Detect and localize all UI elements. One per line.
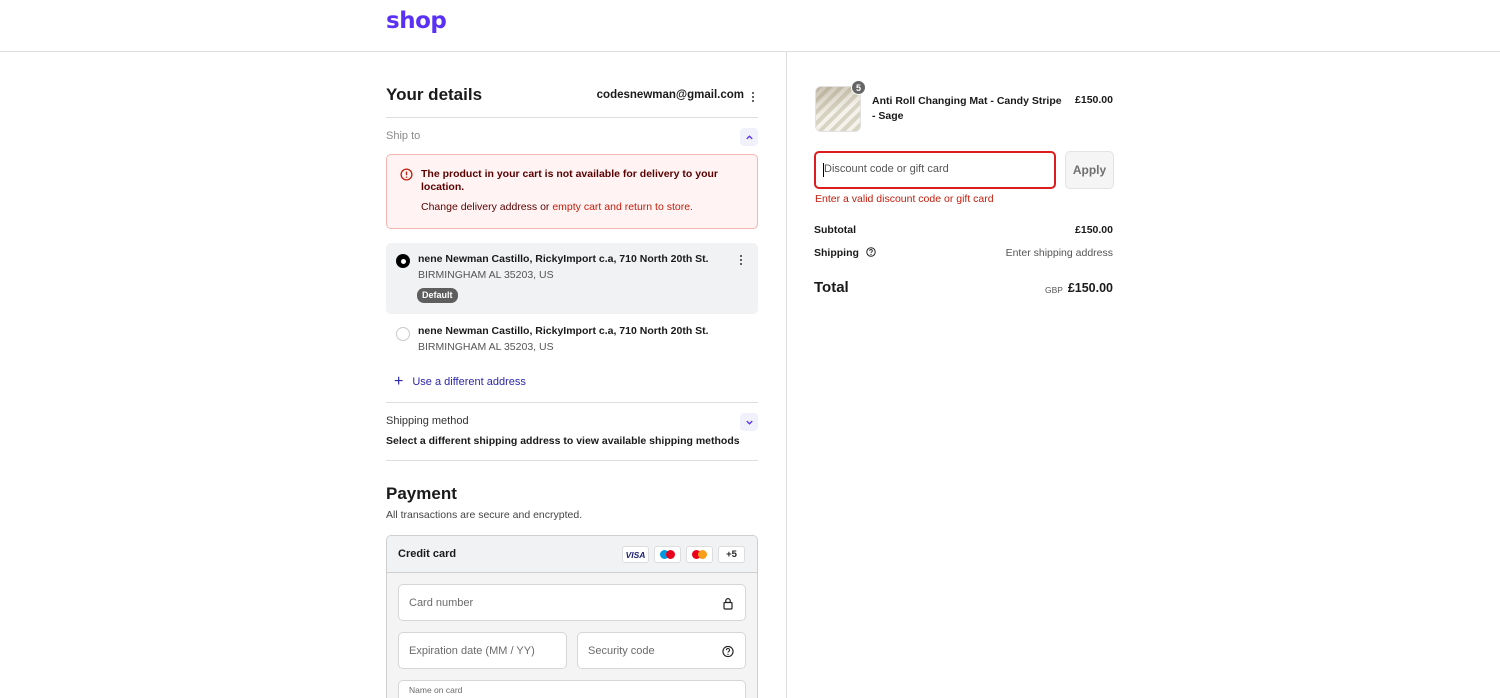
expiration-placeholder: Expiration date (MM / YY) <box>409 645 535 657</box>
subtotal-label: Subtotal <box>814 224 856 236</box>
mastercard-icon <box>686 546 713 563</box>
payment-subtitle: All transactions are secure and encrypte… <box>386 509 583 521</box>
address-option-2[interactable]: nene Newman Castillo, RickyImport c.a, 7… <box>386 318 758 358</box>
card-number-placeholder: Card number <box>409 597 474 609</box>
security-code-placeholder: Security code <box>588 645 655 657</box>
order-summary-pane <box>786 52 1500 698</box>
quantity-badge: 5 <box>851 80 866 95</box>
name-on-card-label: Name on card <box>409 685 463 695</box>
default-badge: Default <box>417 288 458 303</box>
lock-icon <box>723 598 733 610</box>
address-line2: BIRMINGHAM AL 35203, US <box>418 341 554 353</box>
apply-button[interactable]: Apply <box>1065 151 1114 189</box>
empty-cart-link[interactable]: empty cart and return to store. <box>552 201 693 213</box>
account-email: codesnewman@gmail.com <box>596 89 744 101</box>
address-line1: nene Newman Castillo, RickyImport c.a, 7… <box>418 325 709 337</box>
error-action-text: Change delivery address or <box>421 201 553 213</box>
chevron-down-icon[interactable] <box>740 413 758 431</box>
address-option-1[interactable]: nene Newman Castillo, RickyImport c.a, 7… <box>386 243 758 314</box>
shipping-method-label: Shipping method <box>386 415 469 427</box>
credit-card-option[interactable]: Credit card VISA +5 <box>387 536 757 573</box>
credit-card-label: Credit card <box>398 548 457 560</box>
divider <box>386 117 758 118</box>
use-different-address-label: Use a different address <box>412 376 526 388</box>
expiration-date-field[interactable]: Expiration date (MM / YY) <box>398 632 567 669</box>
discount-error: Enter a valid discount code or gift card <box>815 193 994 205</box>
ship-to-label: Ship to <box>386 130 421 142</box>
credit-card-panel: Credit card VISA +5 Card number Expirati… <box>386 535 758 698</box>
error-icon <box>400 168 413 181</box>
discount-code-input[interactable]: Discount code or gift card <box>814 151 1056 189</box>
shipping-row: Shipping <box>814 247 876 259</box>
total-label: Total <box>814 279 849 296</box>
error-action: Change delivery address or empty cart an… <box>421 201 693 213</box>
address-menu-icon[interactable] <box>736 253 746 267</box>
your-details-title: Your details <box>386 85 483 104</box>
use-different-address-link[interactable]: + Use a different address <box>394 373 526 390</box>
help-icon[interactable] <box>866 247 876 257</box>
card-number-field[interactable]: Card number <box>398 584 746 621</box>
account-menu-icon[interactable] <box>748 90 758 104</box>
chevron-up-icon[interactable] <box>740 128 758 146</box>
divider <box>386 402 758 403</box>
delivery-error-banner: The product in your cart is not availabl… <box>386 154 758 229</box>
subtotal-value: £150.00 <box>1075 224 1113 236</box>
divider <box>386 460 758 461</box>
shipping-label: Shipping <box>814 247 859 259</box>
address-radio-selected[interactable] <box>396 254 410 268</box>
shipping-value: Enter shipping address <box>1005 247 1113 259</box>
security-code-field[interactable]: Security code <box>577 632 746 669</box>
product-name: Anti Roll Changing Mat - Candy Stripe - … <box>872 95 1062 122</box>
card-brands: VISA +5 <box>622 546 745 563</box>
total-value: £150.00 <box>1067 281 1113 295</box>
payment-title: Payment <box>386 484 457 503</box>
more-brands-badge: +5 <box>718 546 745 563</box>
address-line2: BIRMINGHAM AL 35203, US <box>418 269 554 281</box>
shipping-method-text: Select a different shipping address to v… <box>386 435 740 447</box>
shop-logo[interactable]: shop <box>386 8 447 34</box>
error-message: The product in your cart is not availabl… <box>421 168 718 193</box>
maestro-icon <box>654 546 681 563</box>
help-icon[interactable] <box>722 645 734 658</box>
address-line1: nene Newman Castillo, RickyImport c.a, 7… <box>418 253 709 265</box>
header: shop <box>0 0 1500 52</box>
visa-icon: VISA <box>622 546 649 563</box>
product-price: £150.00 <box>1075 94 1113 106</box>
name-on-card-field[interactable]: Name on card <box>398 680 746 698</box>
address-radio[interactable] <box>396 327 410 341</box>
total-currency: GBP <box>1045 285 1063 295</box>
plus-icon: + <box>394 373 404 390</box>
discount-placeholder: Discount code or gift card <box>824 163 949 175</box>
